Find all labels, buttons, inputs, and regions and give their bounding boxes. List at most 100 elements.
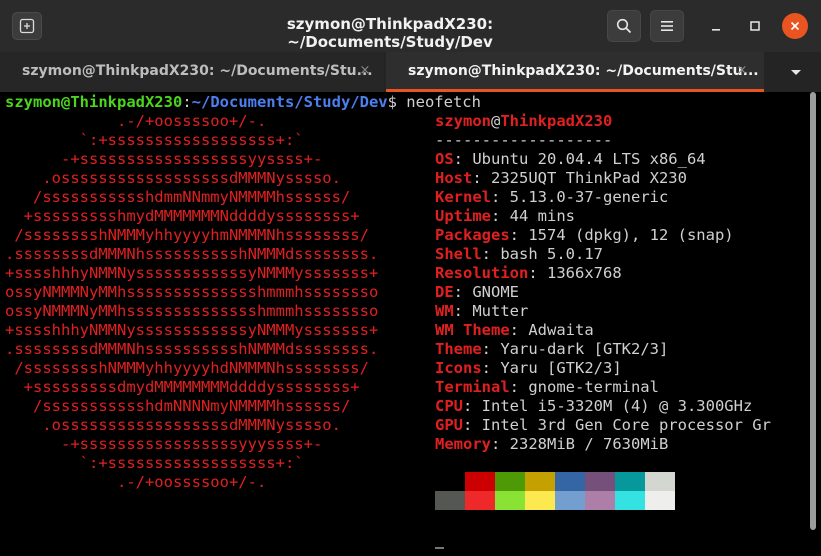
maximize-button[interactable] [742, 13, 768, 39]
info-host: ThinkpadX230 [500, 112, 613, 130]
info-key: Theme [435, 340, 482, 358]
tab-1[interactable]: szymon@ThinkpadX230: ~/Documents/Stu... … [0, 52, 384, 92]
ascii-art-line: `:+ssssssssssssssssss+:` [5, 454, 304, 472]
info-row: WM Theme: Adwaita [435, 321, 594, 340]
info-value: Yaru-dark [GTK2/3] [500, 340, 669, 358]
info-colon: : [481, 359, 501, 377]
tab-close-button[interactable]: × [355, 61, 375, 81]
chevron-down-icon [791, 70, 801, 75]
cursor [435, 547, 444, 549]
info-row: Theme: Yaru-dark [GTK2/3] [435, 340, 668, 359]
ascii-art-line: `:+ssssssssssssssssss+:` [5, 131, 304, 149]
info-value: 1366x768 [547, 264, 622, 282]
info-row: Shell: bash 5.0.17 [435, 245, 603, 264]
info-value: Mutter [472, 302, 529, 320]
info-row: Packages: 1574 (dpkg), 12 (snap) [435, 226, 734, 245]
new-tab-button[interactable] [12, 12, 42, 40]
info-key: WM Theme [435, 321, 510, 339]
new-tab-icon [19, 18, 35, 34]
info-row: Kernel: 5.13.0-37-generic [435, 188, 668, 207]
info-value: 5.13.0-37-generic [509, 188, 669, 206]
tab-close-button[interactable]: × [732, 61, 752, 81]
info-row: Resolution: 1366x768 [435, 264, 622, 283]
info-row: Terminal: gnome-terminal [435, 378, 659, 397]
color-swatch [615, 472, 645, 491]
info-colon: : [509, 321, 529, 339]
info-key: GPU [435, 416, 463, 434]
ascii-art-line: /sssssssshNMMMyhhyyyyhmNMMMNhssssssss/ [5, 226, 369, 244]
tab-bar: szymon@ThinkpadX230: ~/Documents/Stu... … [0, 52, 821, 92]
info-colon: : [528, 264, 547, 282]
color-swatch [645, 472, 675, 491]
info-key: Terminal [435, 378, 510, 396]
color-swatch [585, 491, 615, 510]
info-user-host: szymon@ThinkpadX230 [435, 112, 612, 131]
tab-2-active[interactable]: szymon@ThinkpadX230: ~/Documents/Stu... … [386, 52, 764, 92]
prompt-user-host: szymon@ThinkpadX230 [5, 93, 183, 111]
info-row: OS: Ubuntu 20.04.4 LTS x86_64 [435, 150, 706, 169]
info-colon: : [453, 150, 473, 168]
color-swatch [465, 491, 495, 510]
info-value: 2325UQT ThinkPad X230 [491, 169, 687, 187]
minimize-icon [712, 29, 720, 31]
close-button[interactable] [782, 13, 808, 39]
info-key: Packages [435, 226, 510, 244]
ascii-art-line: +sssssssssdmydMMMMMMMMddddyssssssss+ [5, 378, 360, 396]
color-swatch [645, 491, 675, 510]
ascii-art-line: .ossssssssssssssssssdMMMNysssso. [5, 416, 341, 434]
ascii-art-line: .-/+oossssoo+/-. [5, 473, 267, 491]
info-key: CPU [435, 397, 463, 415]
scrollbar[interactable] [810, 92, 816, 530]
color-swatch [585, 472, 615, 491]
ascii-art-line: /sssssssshNMMMyhhyyyyhdNMMMNhssssssss/ [5, 359, 369, 377]
terminal-output[interactable]: szymon@ThinkpadX230: ~/Documents/Study/De… [0, 92, 821, 556]
prompt-path: ~/Documents/Study/Dev [191, 93, 388, 111]
ascii-art-line: +sssshhhyNMMNyssssssssssssyNMMMysssssss+ [5, 321, 379, 339]
info-colon: : [453, 283, 473, 301]
color-swatch [615, 491, 645, 510]
ascii-art-line: -+ssssssssssssssssssyyssss+- [5, 150, 323, 168]
info-row: Uptime: 44 mins [435, 207, 575, 226]
info-value: Yaru [GTK2/3] [500, 359, 622, 377]
color-swatch [435, 472, 465, 491]
minimize-button[interactable] [703, 13, 729, 39]
color-swatch [555, 491, 585, 510]
info-row: Memory: 2328MiB / 7630MiB [435, 435, 668, 454]
info-at: @ [491, 112, 501, 130]
info-value: GNOME [472, 283, 520, 301]
info-value: 1574 (dpkg), 12 (snap) [528, 226, 734, 244]
ascii-art-line: ossyNMMMNyMMhsssssssssssssshmmmhssssssso [5, 302, 379, 320]
info-row: CPU: Intel i5-3320M (4) @ 3.300GHz [435, 397, 752, 416]
ascii-art-line: .-/+oossssoo+/-. [5, 112, 267, 130]
menu-button[interactable] [650, 10, 684, 42]
info-colon: : [491, 188, 510, 206]
info-colon: : [481, 340, 501, 358]
info-key: Resolution [435, 264, 529, 282]
color-swatch [435, 491, 465, 510]
title-bar[interactable]: szymon@ThinkpadX230: ~/Documents/Study/D… [0, 0, 821, 52]
info-value: Intel i5-3320M (4) @ 3.300GHz [481, 397, 753, 415]
info-key: OS [435, 150, 454, 168]
ascii-art-line: /ssssssssssshdmmNNmmyNMMMMhssssss/ [5, 188, 351, 206]
info-key: Memory [435, 435, 491, 453]
info-colon: : [463, 416, 482, 434]
info-colon: : [509, 226, 529, 244]
ascii-art-line: .ssssssssdMMMNhsssssssssshNMMMdssssssss. [5, 340, 379, 358]
ascii-art-line: +sssshhhyNMMNyssssssssssssyNMMMysssssss+ [5, 264, 379, 282]
ascii-art-line: .ssssssssdMMMNhsssssssssshNMMMdssssssss. [5, 245, 379, 263]
info-separator: ------------------- [435, 131, 613, 149]
ascii-art-line: +ssssssssshmydMMMMMMMNddddyssssssss+ [5, 207, 360, 225]
info-colon: : [509, 378, 529, 396]
info-row: Host: 2325UQT ThinkPad X230 [435, 169, 687, 188]
info-key: Host [435, 169, 473, 187]
search-button[interactable] [607, 10, 641, 42]
info-key: DE [435, 283, 454, 301]
info-value: 44 mins [509, 207, 575, 225]
tabs-dropdown-button[interactable] [786, 64, 806, 80]
info-key: WM [435, 302, 454, 320]
info-colon: : [481, 245, 501, 263]
color-swatch [525, 472, 555, 491]
prompt-command: neofetch [396, 93, 481, 111]
ascii-art-line: /ssssssssssshdmNNNNmyNMMMMhssssss/ [5, 397, 351, 415]
terminal-window: szymon@ThinkpadX230: ~/Documents/Study/D… [0, 0, 821, 556]
